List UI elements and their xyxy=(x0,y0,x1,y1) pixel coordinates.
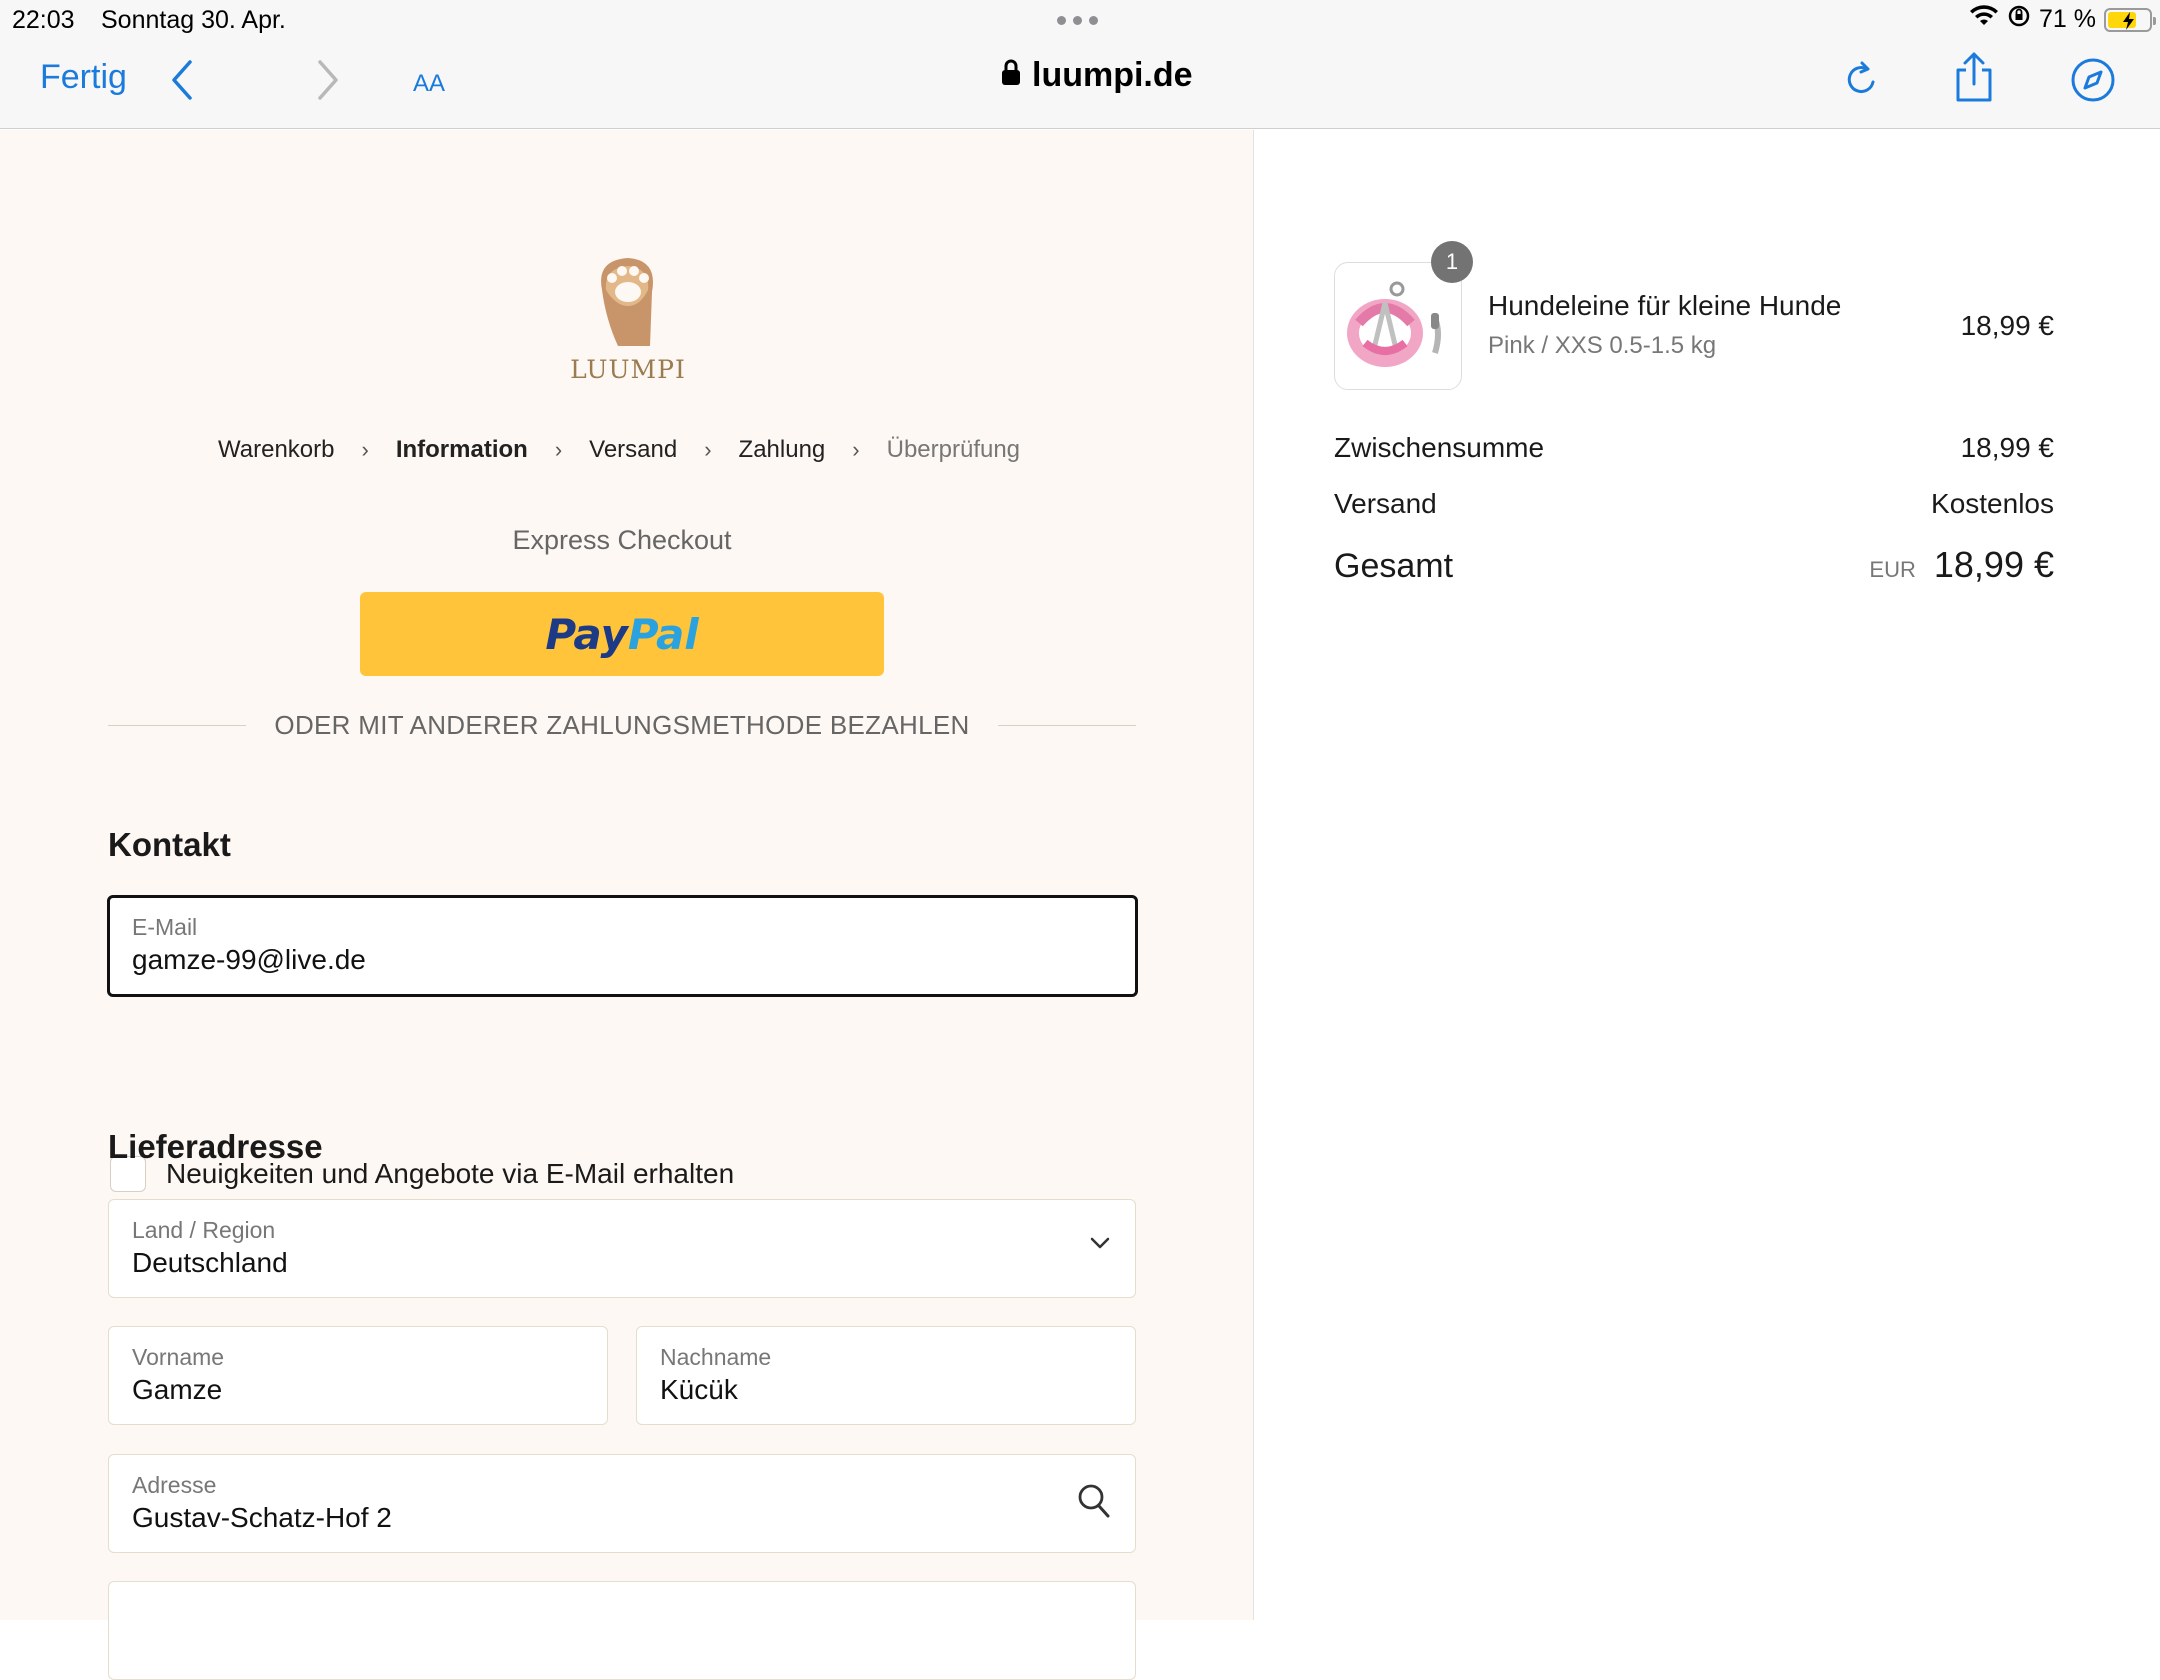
lastname-field[interactable]: Nachname Kücük xyxy=(636,1326,1136,1425)
total-currency: EUR xyxy=(1869,557,1916,582)
search-icon[interactable] xyxy=(1077,1483,1111,1524)
wifi-icon xyxy=(1969,4,1999,35)
breadcrumb-cart[interactable]: Warenkorb xyxy=(218,436,334,464)
back-chevron-icon[interactable] xyxy=(168,58,198,107)
product-name: Hundeleine für kleine Hunde xyxy=(1488,290,1842,321)
breadcrumb: Warenkorb › Information › Versand › Zahl… xyxy=(218,436,1020,464)
address-bar[interactable]: luumpi.de xyxy=(1000,56,1193,95)
reload-icon[interactable] xyxy=(1843,58,1881,107)
compass-icon[interactable] xyxy=(2069,56,2117,109)
shipping-address-heading: Lieferadresse xyxy=(108,1128,323,1165)
address-field[interactable]: Adresse Gustav-Schatz-Hof 2 xyxy=(108,1454,1136,1553)
lastname-value: Kücük xyxy=(660,1374,738,1405)
total-label: Gesamt xyxy=(1334,547,1454,585)
paypal-logo-part1: Pay xyxy=(545,609,628,659)
firstname-value: Gamze xyxy=(132,1374,223,1405)
status-time: 22:03 xyxy=(12,6,75,34)
divider-text: ODER MIT ANDERER ZAHLUNGSMETHODE BEZAHLE… xyxy=(274,710,970,740)
email-value: gamze-99@live.de xyxy=(132,944,366,975)
express-checkout-title: Express Checkout xyxy=(512,525,732,555)
country-value: Deutschland xyxy=(132,1247,288,1278)
address-value: Gustav-Schatz-Hof 2 xyxy=(132,1502,392,1533)
lastname-label: Nachname xyxy=(660,1344,772,1370)
multitasking-dots[interactable] xyxy=(1057,16,1098,25)
lock-icon xyxy=(1000,56,1022,95)
payment-divider: ODER MIT ANDERER ZAHLUNGSMETHODE BEZAHLE… xyxy=(108,710,1136,741)
quantity-badge: 1 xyxy=(1431,241,1473,283)
subtotal-label: Zwischensumme xyxy=(1334,432,1545,463)
forward-chevron-icon[interactable] xyxy=(312,58,342,107)
order-summary-pane: 1 Hundeleine für kleine Hunde Pink / XXS… xyxy=(1255,130,2160,1620)
email-label: E-Mail xyxy=(132,914,198,940)
subtotal-row: Zwischensumme 18,99 € xyxy=(1334,432,2054,464)
shop-logo[interactable]: LUUMPI xyxy=(568,250,688,384)
breadcrumb-payment: Zahlung xyxy=(738,436,826,463)
product-variant: Pink / XXS 0.5-1.5 kg xyxy=(1488,332,1717,359)
browser-toolbar: Fertig AA luumpi.de xyxy=(0,40,2160,129)
country-select[interactable]: Land / Region Deutschland xyxy=(108,1199,1136,1298)
contact-heading: Kontakt xyxy=(108,826,231,863)
status-bar: 22:03 Sonntag 30. Apr. 71 % xyxy=(0,0,2160,40)
chevron-right-icon: › xyxy=(704,437,712,462)
product-thumbnail: 1 xyxy=(1334,241,1473,390)
total-value: 18,99 € xyxy=(1933,544,2054,585)
battery-icon xyxy=(2104,7,2156,32)
orientation-lock-icon xyxy=(2007,4,2031,35)
product-price: 18,99 € xyxy=(1960,310,2054,341)
url-text: luumpi.de xyxy=(1032,56,1193,94)
dog-harness-image xyxy=(1347,281,1441,367)
email-field[interactable]: E-Mail gamze-99@live.de xyxy=(107,895,1138,997)
chevron-right-icon: › xyxy=(361,437,369,462)
total-row: Gesamt EUR 18,99 € xyxy=(1334,544,2054,586)
breadcrumb-information: Information xyxy=(395,436,528,463)
done-button[interactable]: Fertig xyxy=(40,58,127,97)
chevron-right-icon: › xyxy=(852,437,860,462)
paypal-logo-part2: Pal xyxy=(627,609,699,659)
firstname-label: Vorname xyxy=(132,1344,225,1370)
address-line2-field[interactable] xyxy=(108,1581,1136,1680)
paw-icon xyxy=(601,258,653,346)
firstname-field[interactable]: Vorname Gamze xyxy=(108,1326,608,1425)
breadcrumb-shipping: Versand xyxy=(589,436,678,463)
subtotal-value: 18,99 € xyxy=(1960,432,2054,463)
chevron-down-icon xyxy=(1089,1236,1111,1255)
shipping-value: Kostenlos xyxy=(1931,488,2054,519)
checkout-form-pane: LUUMPI Warenkorb › Information › Versand… xyxy=(0,130,1254,1680)
chevron-right-icon: › xyxy=(554,437,563,462)
status-date: Sonntag 30. Apr. xyxy=(101,6,286,34)
breadcrumb-review: Überprüfung xyxy=(886,436,1021,463)
battery-percent: 71 % xyxy=(2039,5,2096,33)
text-size-button[interactable]: AA xyxy=(413,62,445,99)
shipping-label: Versand xyxy=(1334,488,1437,519)
address-label: Adresse xyxy=(132,1472,217,1498)
logo-text: LUUMPI xyxy=(570,355,686,384)
paypal-button[interactable]: Pay Pal xyxy=(360,592,884,676)
country-label: Land / Region xyxy=(132,1217,276,1243)
shipping-row: Versand Kostenlos xyxy=(1334,488,2054,520)
share-icon[interactable] xyxy=(1952,50,1996,109)
